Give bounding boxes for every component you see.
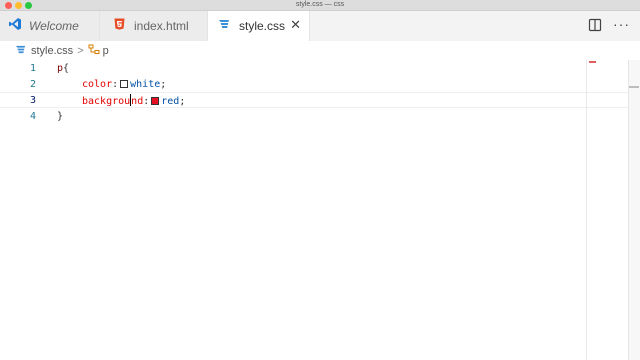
css-property: backgrou: [82, 95, 131, 107]
code-text: background: red;: [82, 93, 186, 107]
breadcrumb-file[interactable]: style.css: [31, 45, 73, 57]
css-property: color: [82, 78, 113, 90]
window-title: style.css — css: [295, 1, 345, 8]
line-number: 3: [29, 94, 36, 106]
css-property-rest: nd: [131, 95, 144, 107]
css-value: red: [161, 95, 180, 107]
more-actions-icon[interactable]: ···: [613, 17, 631, 35]
tab-welcome[interactable]: Welcome: [0, 11, 100, 41]
code-text: }: [57, 111, 63, 122]
close-brace: }: [57, 110, 64, 122]
code-editor[interactable]: 1 p{ 2 color: white; 3 background: red; 4 …: [0, 60, 628, 360]
split-editor-icon[interactable]: [588, 18, 604, 34]
tab-style-css[interactable]: style.css ✕: [208, 11, 310, 41]
semicolon: ;: [179, 95, 186, 107]
html5-icon: [114, 17, 125, 35]
line-number: 4: [29, 110, 36, 122]
overview-ruler-cursor: [629, 86, 639, 88]
css3-icon: [15, 42, 26, 60]
tab-index-html-label: index.html: [134, 19, 189, 33]
vscode-logo-icon: [8, 17, 22, 36]
close-icon[interactable]: ✕: [290, 18, 301, 32]
line-number: 1: [29, 62, 36, 74]
breadcrumb-separator: >: [77, 44, 84, 57]
css3-icon: [218, 17, 230, 35]
minimap-marker: [589, 61, 596, 63]
title-bar: style.css — css: [0, 0, 640, 11]
tab-index-html[interactable]: index.html: [100, 11, 208, 41]
css-value: white: [130, 78, 161, 90]
code-text: p{: [57, 63, 69, 74]
code-line: 2 color: white;: [0, 76, 628, 92]
symbol-class-icon: [88, 42, 100, 60]
tab-style-css-label: style.css: [239, 19, 286, 33]
code-text: color: white;: [82, 79, 166, 90]
color-swatch-white[interactable]: [120, 79, 129, 88]
breadcrumb: style.css > p: [0, 41, 640, 60]
code-line: 1 p{: [0, 60, 628, 76]
code-line: 4 }: [0, 108, 628, 124]
line-number: 2: [29, 78, 36, 90]
semicolon: ;: [160, 78, 167, 90]
vertical-scrollbar[interactable]: [628, 60, 640, 360]
editor-tab-bar: Welcome index.html style.css ✕ ···: [0, 11, 640, 41]
editor-ruler: [586, 60, 587, 360]
code-line-current: 3 background: red;: [0, 92, 628, 108]
open-brace: {: [63, 62, 70, 74]
tab-welcome-label: Welcome: [29, 19, 79, 33]
breadcrumb-selector[interactable]: p: [103, 45, 109, 57]
colon: :: [143, 95, 150, 107]
color-swatch-red[interactable]: [151, 96, 160, 105]
colon: :: [112, 78, 119, 90]
